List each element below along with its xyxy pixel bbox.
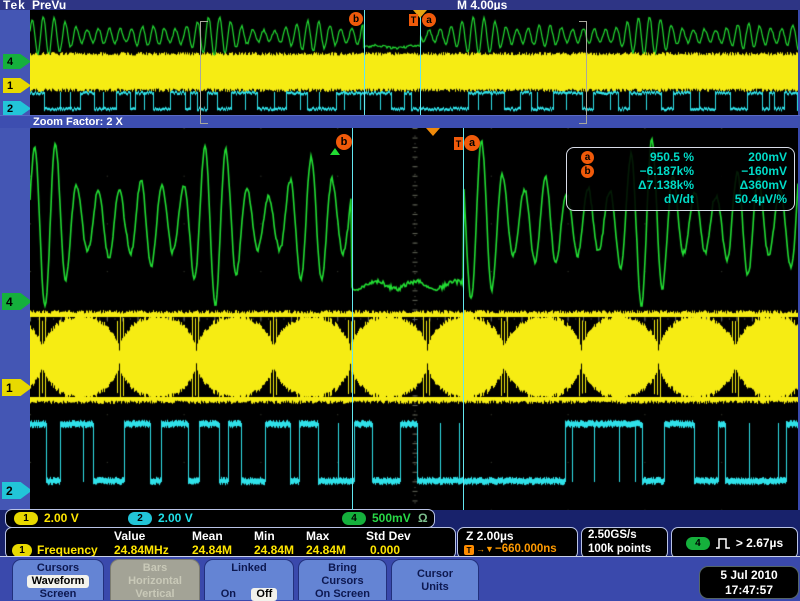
trigger-position-marker-main [426,128,440,136]
main-gutter: 4 1 2 [0,128,30,510]
menu-button-linked[interactable]: Linked On Off [204,559,294,600]
trigger-source-badge: 4 [686,537,710,550]
trigger-t-icon: T [464,545,474,555]
menu-button-bring-cursors[interactable]: Bring Cursors On Screen [298,559,387,600]
trigger-width-readout: > 2.67µs [736,536,783,550]
menu-linked-option-on[interactable]: On [221,588,236,601]
menu-cursors-title: Cursors [13,562,103,575]
menu-bring-line2: Cursors [299,575,386,588]
zoom-region-bracket-left [200,21,209,124]
cursor-a-handle-main[interactable]: a [464,135,480,151]
measurement-panel: Value Mean Min Max Std Dev 1 Frequency 2… [5,527,456,559]
cursor-a-line-main[interactable] [463,128,464,510]
date-label: 5 Jul 2010 [700,568,798,583]
meas-name: Frequency [37,543,98,557]
cursor-b-volts: −160mV [697,164,787,178]
menu-button-cursors[interactable]: Cursors Waveform Screen [12,559,104,600]
ch1-badge: 1 [14,512,38,525]
cursor-b-handle-main[interactable]: b [336,134,352,150]
zoom-region-bracket-right [578,21,587,124]
time-label: 17:47:57 [700,583,798,598]
ch2-marker-main: 2 [2,482,32,499]
header-bar: Tek PreVu M 4.00µs [0,0,800,10]
ch4-scale: 500mV [372,511,411,525]
menu-units-line2: Units [392,581,478,594]
ch1-scale: 2.00 V [44,511,79,525]
meas-header-max: Max [306,529,329,543]
meas-max: 24.84M [306,543,346,557]
ch2-marker-overview: 2 [3,101,31,116]
meas-header-mean: Mean [192,529,223,543]
cursor-b-line-main[interactable] [352,128,353,510]
readout-a-badge: a [581,151,594,164]
channel-bar: 1 2.00 V 2 2.00 V 4 500mV Ω [5,509,435,528]
overview-waveform-area: b T a [30,10,798,115]
horizontal-panel: Z 2.00µs T →▼ −660.000ns [457,527,578,559]
trigger-level-arrow [330,148,340,155]
ch2-scale: 2.00 V [158,511,193,525]
meas-header-value: Value [114,529,145,543]
overview-gutter: 4 1 2 [0,10,30,115]
readout-b-badge: b [581,165,594,178]
zoom-factor-bar: Zoom Factor: 2 X [0,115,800,128]
menu-button-cursor-units[interactable]: Cursor Units [391,559,479,600]
ch4-ohm-symbol: Ω [418,511,428,525]
ch4-badge: 4 [342,512,366,525]
menu-button-bars[interactable]: Bars Horizontal Vertical [110,559,200,600]
meas-value: 24.84MHz [114,543,169,557]
datetime-box: 5 Jul 2010 17:47:57 [699,566,799,599]
cursor-b-line-overview[interactable] [364,10,365,115]
menu-bring-line3: On Screen [299,588,386,601]
cursor-a-percent: 950.5 % [602,150,694,164]
trigger-pulse-icon [715,537,731,550]
menu-cursors-option-waveform[interactable]: Waveform [27,575,90,588]
cursor-rate-value: 50.4µV/% [697,192,787,206]
menu-linked-title: Linked [205,562,293,575]
oscilloscope-screen: { "header": { "logo": "Tek", "status": "… [0,0,800,600]
sample-rate-readout: 2.50GS/s [588,529,637,541]
cursor-delta-volts: Δ360mV [697,178,787,192]
main-waveform-area: b T a a b 950.5 % 200mV −6.187k% −160mV … [30,128,798,510]
menu-cursors-option-screen[interactable]: Screen [13,588,103,601]
cursor-a-line-overview[interactable] [420,10,421,115]
cursor-b-percent: −6.187k% [602,164,694,178]
ch1-marker-main: 1 [2,379,32,396]
trigger-t-tag-overview: T [409,14,418,26]
ch4-marker-main: 4 [2,293,32,310]
menu-bars-title: Bars [111,562,199,575]
cursor-rate-label: dV/dt [602,192,694,206]
zoom-factor-label: Zoom Factor: 2 X [33,116,123,128]
trigger-t-tag-main: T [454,137,463,150]
meas-min: 24.84M [254,543,294,557]
menu-bars-option-horizontal: Horizontal [111,575,199,588]
cursor-b-handle-overview[interactable]: b [349,12,363,26]
ch2-badge: 2 [128,512,152,525]
menu-units-line1: Cursor [392,568,478,581]
cursor-readout-panel: a b 950.5 % 200mV −6.187k% −160mV Δ7.138… [566,147,795,211]
ch4-marker-overview: 4 [3,54,31,69]
ch1-marker-overview: 1 [3,78,31,93]
meas-header-min: Min [254,529,275,543]
acquisition-panel: 2.50GS/s 100k points [581,527,668,559]
cursor-a-handle-overview[interactable]: a [422,13,436,27]
menu-bars-option-vertical: Vertical [111,588,199,601]
cursor-a-volts: 200mV [697,150,787,164]
menu-bring-line1: Bring [299,562,386,575]
meas-stddev: 0.000 [370,543,400,557]
trigger-panel: 4 > 2.67µs [671,527,798,559]
meas-header-std: Std Dev [366,529,411,543]
delay-readout: −660.000ns [495,543,557,555]
zoom-scale-readout: Z 2.00µs [466,529,514,543]
record-length-readout: 100k points [588,543,651,555]
delay-arrows-icon: →▼ [476,544,494,554]
meas-mean: 24.84M [192,543,232,557]
menu-linked-option-off[interactable]: Off [251,588,277,601]
cursor-delta-percent: Δ7.138k% [602,178,694,192]
